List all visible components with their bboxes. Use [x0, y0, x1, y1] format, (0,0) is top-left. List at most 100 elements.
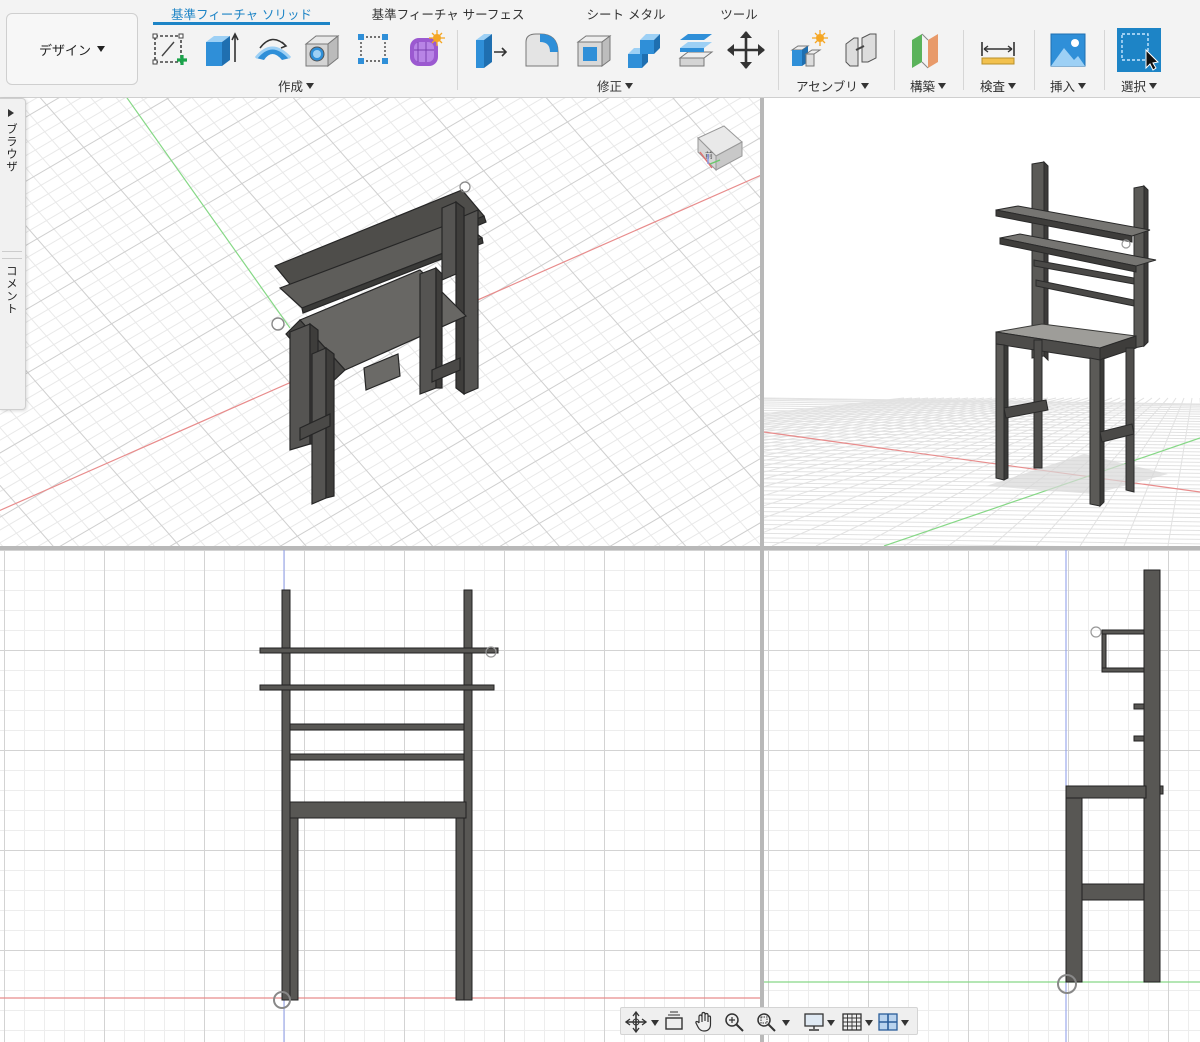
- press-pull-button[interactable]: [470, 28, 510, 72]
- shell-icon: [576, 35, 612, 67]
- combine-button[interactable]: [624, 28, 664, 72]
- plane-icon: [912, 33, 938, 69]
- fillet-button[interactable]: [522, 28, 562, 72]
- viewport-splitter-horizontal[interactable]: [0, 546, 1200, 550]
- viewports-icon: [878, 1013, 898, 1031]
- grid-line: [1167, 397, 1193, 546]
- rectangular-pattern-button[interactable]: [354, 28, 394, 72]
- create-label: 作成: [278, 79, 304, 94]
- panel-divider: [2, 251, 22, 259]
- toolbar-divider: [1034, 30, 1035, 90]
- select-menu[interactable]: 選択: [1121, 76, 1158, 95]
- tab-tools[interactable]: ツール: [708, 4, 770, 24]
- grid-line: [0, 137, 358, 546]
- assemble-menu[interactable]: アセンブリ: [796, 76, 869, 95]
- viewport-splitter-vertical[interactable]: [760, 98, 764, 1042]
- look-at-button[interactable]: [663, 1011, 685, 1033]
- revolve-icon: [254, 38, 292, 60]
- workspace-label: デザイン: [38, 43, 91, 59]
- zoom-icon: [725, 1013, 744, 1032]
- chevron-down-icon: [860, 82, 869, 89]
- extrude-button[interactable]: [200, 28, 240, 72]
- move-copy-button[interactable]: [726, 28, 766, 72]
- toolbar-divider: [1104, 30, 1105, 90]
- chevron-down-icon: [1008, 82, 1017, 89]
- viewports-button[interactable]: [877, 1011, 899, 1033]
- tab-sheet-metal[interactable]: シート メタル: [574, 4, 678, 24]
- construct-menu[interactable]: 構築: [910, 76, 947, 95]
- select-button[interactable]: [1116, 28, 1162, 72]
- viewport-side[interactable]: [764, 550, 1200, 1042]
- modify-menu[interactable]: 修正: [597, 76, 634, 95]
- comments-tab[interactable]: コメント: [4, 265, 20, 315]
- new-component-button[interactable]: [790, 28, 830, 72]
- chevron-down-icon[interactable]: [782, 1020, 790, 1026]
- perspective-scene: [764, 160, 1200, 546]
- joint-button[interactable]: [842, 28, 882, 72]
- origin-marker-top: [459, 181, 471, 193]
- viewport-isometric[interactable]: 前: [0, 98, 760, 546]
- combine-icon: [628, 34, 660, 68]
- revolve-button[interactable]: [252, 28, 292, 72]
- toolbar-divider: [457, 30, 458, 90]
- measure-button[interactable]: [978, 28, 1018, 72]
- hole-icon: [304, 34, 340, 68]
- pattern-icon: [358, 34, 388, 64]
- desk-model-side[interactable]: [1065, 569, 1164, 983]
- tab-surface[interactable]: 基準フィーチャ サーフェス: [358, 4, 538, 24]
- workspace-switcher[interactable]: デザイン: [6, 13, 138, 85]
- browser-panel-collapsed: ブラウザ コメント: [0, 98, 26, 410]
- side-scene: [764, 550, 1200, 1042]
- origin-marker-top: [1090, 626, 1102, 638]
- inspect-menu[interactable]: 検査: [980, 76, 1017, 95]
- insert-menu[interactable]: 挿入: [1050, 76, 1087, 95]
- desk-model-perspective[interactable]: [995, 160, 1157, 508]
- chevron-down-icon[interactable]: [827, 1020, 835, 1026]
- toolbar: デザイン 基準フィーチャ ソリッド 基準フィーチャ サーフェス シート メタル …: [0, 0, 1200, 98]
- grid-line: [0, 542, 4, 546]
- orbit-icon: [625, 1011, 647, 1033]
- chevron-down-icon[interactable]: [651, 1020, 659, 1026]
- front-scene: [0, 550, 760, 1042]
- extrude-icon: [206, 32, 239, 66]
- fusion-app-window: デザイン 基準フィーチャ ソリッド 基準フィーチャ サーフェス シート メタル …: [0, 0, 1200, 1042]
- offset-face-button[interactable]: [676, 28, 716, 72]
- grid-line: [0, 98, 82, 146]
- orbit-button[interactable]: [625, 1011, 647, 1033]
- desk-model-front[interactable]: [259, 589, 499, 1001]
- form-icon: [410, 30, 445, 66]
- chevron-down-icon: [1078, 82, 1087, 89]
- measure-icon: [981, 42, 1015, 65]
- offset-plane-button[interactable]: [908, 28, 948, 72]
- browser-tab[interactable]: ブラウザ: [4, 123, 20, 173]
- hand-icon: [695, 1011, 712, 1032]
- viewport-front[interactable]: [0, 550, 760, 1042]
- move-icon: [727, 31, 765, 69]
- viewcube-face-label: 前: [705, 150, 713, 160]
- pan-button[interactable]: [693, 1011, 715, 1033]
- chevron-down-icon: [938, 82, 947, 89]
- chevron-down-icon[interactable]: [901, 1020, 909, 1026]
- viewport-perspective[interactable]: [764, 98, 1200, 546]
- modify-label: 修正: [597, 79, 623, 94]
- fit-button[interactable]: [755, 1011, 777, 1033]
- zoom-button[interactable]: [723, 1011, 745, 1033]
- grid-line: [636, 98, 760, 546]
- expand-arrow-icon[interactable]: [8, 109, 14, 117]
- active-tab-indicator: [153, 22, 330, 25]
- display-settings-button[interactable]: [803, 1011, 825, 1033]
- press-pull-icon: [476, 34, 508, 68]
- fillet-icon: [525, 33, 559, 67]
- chevron-down-icon[interactable]: [865, 1020, 873, 1026]
- hole-button[interactable]: [302, 28, 342, 72]
- create-menu[interactable]: 作成: [278, 76, 315, 95]
- tab-solid[interactable]: 基準フィーチャ ソリッド: [153, 4, 330, 24]
- create-form-button[interactable]: [406, 28, 446, 72]
- grid-settings-button[interactable]: [841, 1011, 863, 1033]
- create-sketch-button[interactable]: [150, 28, 190, 72]
- insert-label: 挿入: [1050, 79, 1076, 94]
- origin-marker: [271, 317, 285, 331]
- image-icon: [1050, 33, 1086, 67]
- shell-button[interactable]: [574, 28, 614, 72]
- insert-image-button[interactable]: [1048, 28, 1088, 72]
